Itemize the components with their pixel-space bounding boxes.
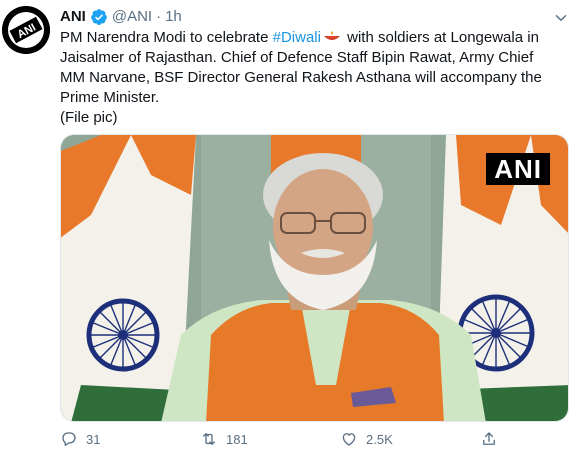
verified-badge-icon (90, 9, 107, 25)
tweet-text-part: PM Narendra Modi to celebrate (60, 29, 273, 46)
tweet-actions: 31 181 2.5K (60, 428, 500, 450)
ani-logo: ANI (2, 6, 50, 54)
author-name[interactable]: ANI (60, 7, 86, 27)
separator-dot: · (156, 8, 162, 25)
author-handle[interactable]: @ANI (112, 7, 152, 27)
diwali-lamp-icon (323, 31, 340, 40)
like-button[interactable]: 2.5K (340, 430, 420, 448)
tweet-header: ANI @ANI · 1h (60, 7, 182, 27)
tweet-time[interactable]: 1h (165, 7, 182, 27)
reply-icon (62, 432, 76, 447)
tweet[interactable]: ANI ANI @ANI · 1h PM Narendra Modi to ce… (0, 0, 586, 454)
tweet-media-image[interactable]: ANI (60, 134, 569, 422)
ani-watermark: ANI (486, 153, 550, 185)
reply-button[interactable]: 31 (60, 430, 140, 448)
share-button[interactable] (480, 430, 500, 448)
retweet-count: 181 (226, 431, 248, 447)
retweet-icon (203, 433, 215, 445)
like-count: 2.5K (366, 431, 393, 447)
share-icon (483, 432, 495, 445)
retweet-button[interactable]: 181 (200, 430, 280, 448)
tweet-text: PM Narendra Modi to celebrate #Diwali wi… (60, 28, 560, 128)
avatar[interactable]: ANI (2, 6, 50, 54)
tweet-note: (File pic) (60, 109, 118, 126)
chevron-down-icon[interactable] (552, 9, 570, 27)
reply-count: 31 (86, 431, 101, 447)
heart-icon (342, 433, 356, 446)
hashtag-link[interactable]: #Diwali (273, 29, 321, 46)
